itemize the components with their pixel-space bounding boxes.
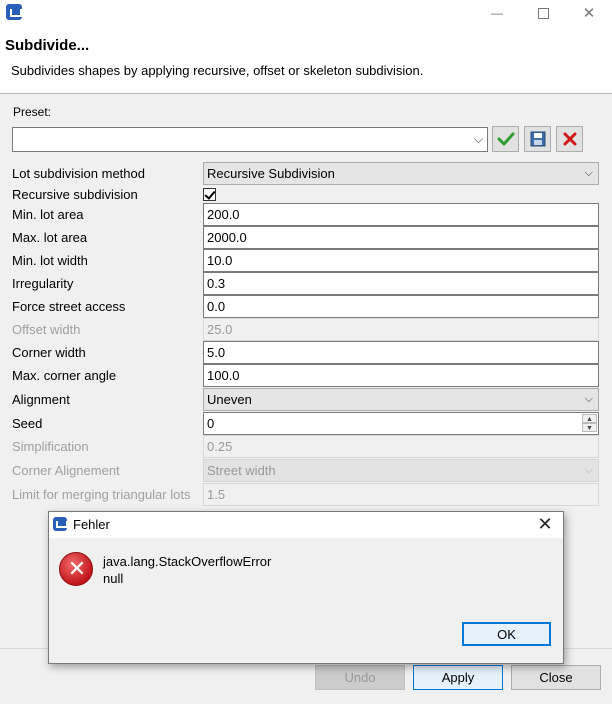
error-icon: ✕ [59,552,93,586]
seed-spinner-buttons: ▲ ▼ [582,414,597,433]
maximize-button[interactable] [520,0,566,26]
preset-label: Preset: [13,105,52,119]
ok-button[interactable]: OK [462,622,551,646]
property-label: Min. lot area [12,207,84,222]
preset-combo[interactable]: ⌵ [12,127,488,152]
max-corner-angle-input[interactable]: 100.0 [203,364,599,387]
property-row-force-street-access: Force street access 0.0 [8,295,599,318]
spin-down-icon[interactable]: ▼ [582,423,597,432]
property-row-min-lot-area: Min. lot area 200.0 [8,203,599,226]
property-row-simplification: Simplification 0.25 [8,435,599,458]
property-row-irregularity: Irregularity 0.3 [8,272,599,295]
property-row-max-corner-angle: Max. corner angle 100.0 [8,364,599,387]
seed-value: 0 [207,416,215,431]
error-x-glyph: ✕ [67,556,87,581]
recursive-subdivision-checkbox[interactable] [203,188,216,201]
subdivide-window: — ✕ Subdivide... Subdivides shapes by ap… [0,0,612,704]
window-close-button[interactable]: ✕ [566,0,612,26]
property-row-lot-subdivision-method: Lot subdivision method Recursive Subdivi… [8,162,599,185]
page-title: Subdivide... [5,37,90,54]
force-street-access-input[interactable]: 0.0 [203,295,599,318]
property-row-offset-width: Offset width 25.0 [8,318,599,341]
delete-preset-button[interactable] [556,126,583,152]
property-label: Alignment [12,392,70,407]
property-label: Max. corner angle [12,368,117,383]
close-icon: ✕ [582,5,596,22]
chevron-down-icon: ⌵ [584,167,593,179]
error-dialog-close-button[interactable]: ✕ [533,513,557,537]
property-label: Max. lot area [12,230,88,245]
spin-up-icon[interactable]: ▲ [582,414,597,423]
alignment-select[interactable]: Uneven ⌵ [203,388,599,411]
property-value: Uneven [207,392,252,407]
property-row-recursive-subdivision: Recursive subdivision [8,185,592,205]
property-row-seed: Seed 0 ▲ ▼ [8,412,599,435]
property-value: Street width [207,463,276,478]
min-lot-area-input[interactable]: 200.0 [203,203,599,226]
error-dialog-title: Fehler [73,517,110,532]
delete-preset-icon [563,132,576,146]
window-titlebar: — ✕ [0,0,612,28]
save-preset-icon [530,131,545,147]
maximize-icon [537,7,549,19]
property-label: Lot subdivision method [12,166,145,181]
error-dialog-titlebar: Fehler ✕ [49,512,563,538]
property-row-max-lot-area: Max. lot area 2000.0 [8,226,599,249]
property-label: Corner width [12,345,86,360]
chevron-down-icon: ⌵ [584,393,593,405]
max-lot-area-input[interactable]: 2000.0 [203,226,599,249]
irregularity-input[interactable]: 0.3 [203,272,599,295]
recursive-subdivision-checkbox-container [203,185,599,205]
chevron-down-icon: ⌵ [584,464,593,476]
property-row-limit-merging-triangular-lots: Limit for merging triangular lots 1.5 [8,483,599,506]
property-label: Offset width [12,322,81,337]
simplification-input: 0.25 [203,435,599,458]
property-label: Irregularity [12,276,74,291]
property-row-corner-alignement: Corner Alignement Street width ⌵ [8,459,599,482]
error-dialog-body: ✕ java.lang.StackOverflowError null OK [49,538,563,663]
corner-alignement-select: Street width ⌵ [203,459,599,482]
min-lot-width-input[interactable]: 10.0 [203,249,599,272]
property-row-alignment: Alignment Uneven ⌵ [8,388,599,411]
property-label: Limit for merging triangular lots [12,487,191,502]
offset-width-input: 25.0 [203,318,599,341]
save-preset-button[interactable] [524,126,551,152]
app-icon [6,4,22,20]
minimize-button[interactable]: — [474,0,520,26]
close-icon: ✕ [537,514,553,534]
property-label: Min. lot width [12,253,88,268]
dialog-header: Subdivide... Subdivides shapes by applyi… [0,28,612,94]
apply-preset-button[interactable] [492,126,519,152]
property-label: Simplification [12,439,89,454]
page-description: Subdivides shapes by applying recursive,… [11,63,424,78]
error-detail: null [103,571,124,586]
property-value: Recursive Subdivision [207,166,335,181]
lot-subdivision-method-select[interactable]: Recursive Subdivision ⌵ [203,162,599,185]
property-label: Corner Alignement [12,463,120,478]
chevron-down-icon: ⌵ [473,132,483,146]
property-label: Recursive subdivision [12,187,138,202]
close-button[interactable]: Close [511,665,601,690]
app-icon [53,517,68,531]
property-row-min-lot-width: Min. lot width 10.0 [8,249,599,272]
seed-spinner[interactable]: 0 ▲ ▼ [203,412,599,435]
minimize-icon: — [491,6,503,20]
error-dialog: Fehler ✕ ✕ java.lang.StackOverflowError … [48,511,564,664]
apply-preset-icon [497,132,514,146]
property-row-corner-width: Corner width 5.0 [8,341,599,364]
corner-width-input[interactable]: 5.0 [203,341,599,364]
limit-merging-triangular-lots-input: 1.5 [203,483,599,506]
preset-group: Preset: ⌵ [4,103,596,159]
undo-button[interactable]: Undo [315,665,405,690]
error-message: java.lang.StackOverflowError [103,554,272,569]
apply-button[interactable]: Apply [413,665,503,690]
property-label: Force street access [12,299,126,314]
property-label: Seed [12,416,43,431]
